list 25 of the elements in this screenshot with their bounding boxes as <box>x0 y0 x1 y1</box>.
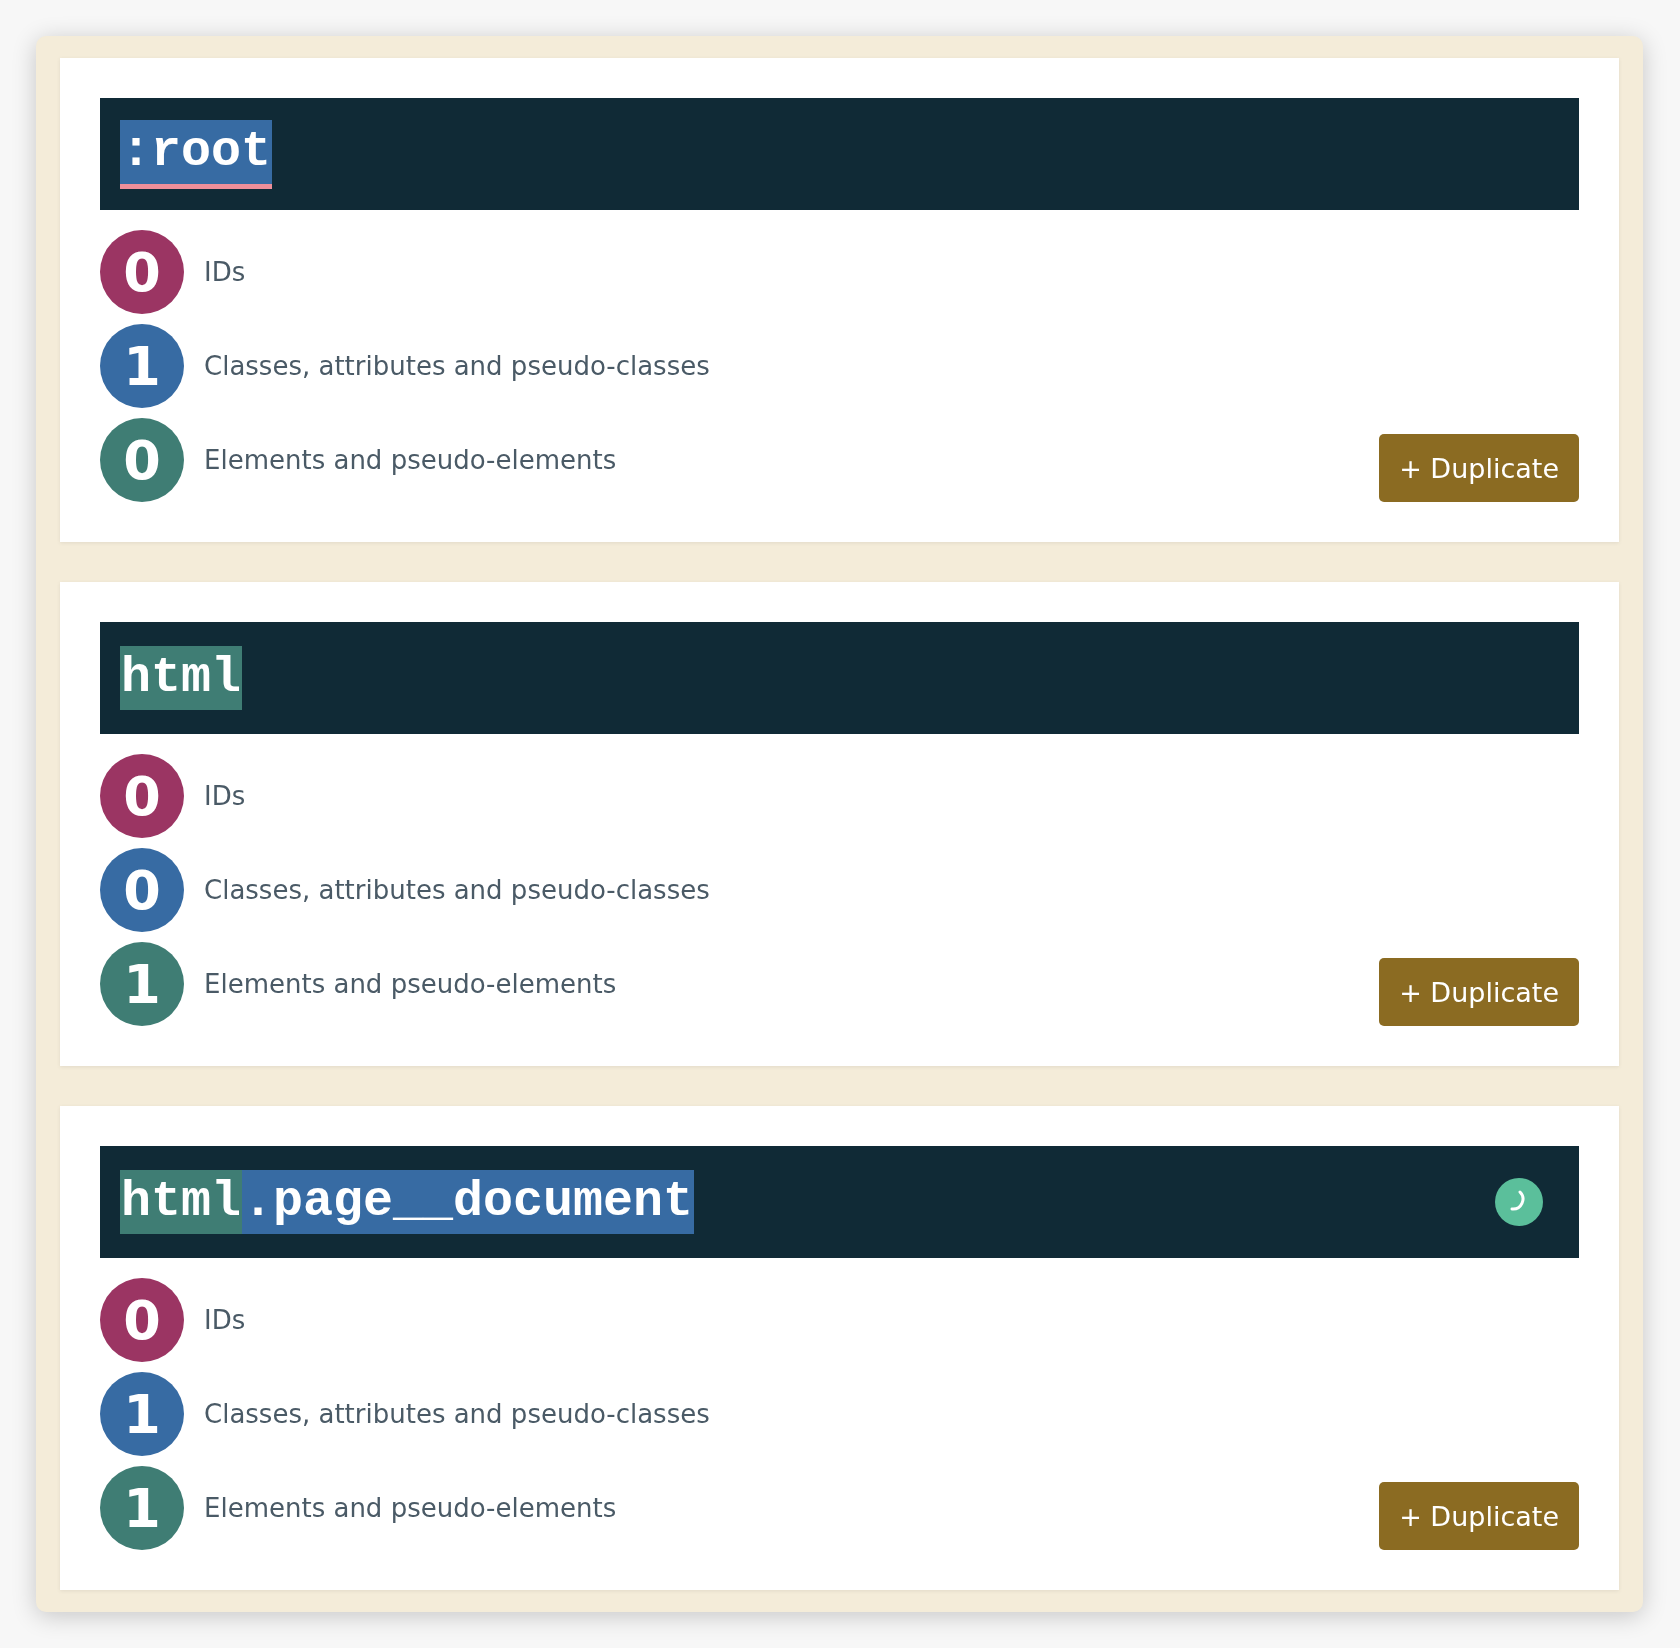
selector-part: .page__document <box>242 1170 695 1234</box>
count-badge: 0 <box>100 418 184 502</box>
count-label: Classes, attributes and pseudo-classes <box>204 351 710 381</box>
count-label: Elements and pseudo-elements <box>204 1493 617 1523</box>
count-label: Classes, attributes and pseudo-classes <box>204 1399 710 1429</box>
selector-part: html <box>120 646 243 710</box>
count-badge: 1 <box>100 1372 184 1456</box>
count-label: IDs <box>204 781 246 811</box>
count-badge: 1 <box>100 1466 184 1550</box>
duplicate-button[interactable]: + Duplicate <box>1379 958 1579 1026</box>
duplicate-button[interactable]: + Duplicate <box>1379 434 1579 502</box>
count-label: IDs <box>204 257 246 287</box>
selector-part: html <box>120 1170 243 1234</box>
count-badge: 0 <box>100 230 184 314</box>
selector-part: :root <box>120 119 273 189</box>
count-badge: 0 <box>100 848 184 932</box>
count-badge: 1 <box>100 324 184 408</box>
count-label: Elements and pseudo-elements <box>204 445 617 475</box>
count-badge: 0 <box>100 1278 184 1362</box>
count-label: IDs <box>204 1305 246 1335</box>
duplicate-button[interactable]: + Duplicate <box>1379 1482 1579 1550</box>
count-badge: 1 <box>100 942 184 1026</box>
count-badge: 0 <box>100 754 184 838</box>
count-label: Classes, attributes and pseudo-classes <box>204 875 710 905</box>
count-label: Elements and pseudo-elements <box>204 969 617 999</box>
